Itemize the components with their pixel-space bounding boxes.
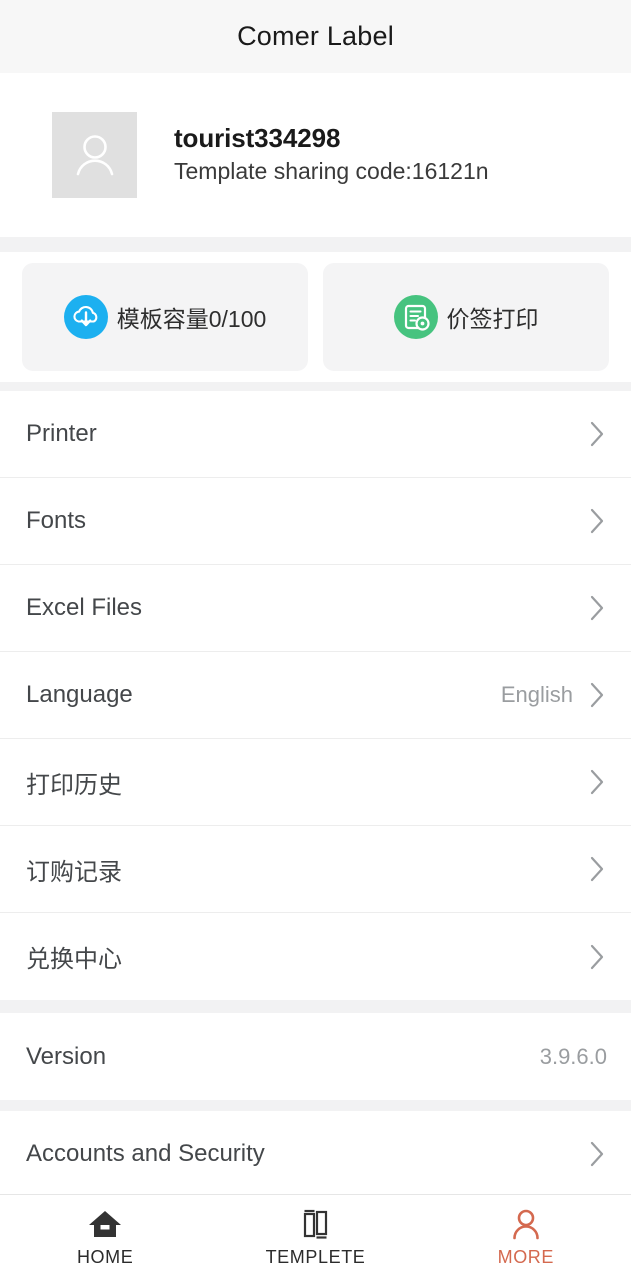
cloud-download-icon: [63, 295, 108, 339]
page-title: Comer Label: [237, 21, 394, 51]
tab-label: MORE: [497, 1246, 555, 1267]
bottom-navigation: HOME TEMPLETE MORE: [0, 1194, 631, 1280]
list-item-redeem-center[interactable]: 兑换中心: [0, 913, 631, 1000]
language-value: English: [500, 682, 573, 707]
profile-text: tourist334298 Template sharing code:1612…: [174, 122, 489, 188]
card-label: 模板容量0/100: [116, 306, 267, 332]
list-item-label: Printer: [26, 420, 97, 447]
list-item-label: 兑换中心: [26, 946, 122, 973]
price-tag-print-card[interactable]: 价签打印: [323, 263, 609, 371]
chevron-right-icon: [590, 595, 604, 621]
list-item-order-records[interactable]: 订购记录: [0, 826, 631, 913]
list-item-label: 打印历史: [26, 771, 122, 799]
chevron-right-icon: [590, 682, 604, 708]
list-item-label: Language: [26, 681, 133, 708]
list-item-language[interactable]: Language English: [0, 652, 631, 739]
app-screen: Comer Label tourist334298 Template shari…: [0, 0, 631, 1280]
list-item-label: Fonts: [26, 507, 87, 534]
home-icon: [89, 1210, 122, 1237]
chevron-right-icon: [590, 769, 604, 795]
tab-templete[interactable]: TEMPLETE: [210, 1195, 420, 1280]
template-icon: [304, 1209, 328, 1239]
list-item-label: Accounts and Security: [26, 1140, 265, 1167]
section-divider-3: [0, 1000, 631, 1013]
list-item-printer[interactable]: Printer: [0, 391, 631, 478]
version-value: 3.9.6.0: [539, 1043, 607, 1069]
profile-section[interactable]: tourist334298 Template sharing code:1612…: [0, 73, 631, 237]
list-item-label: 订购记录: [26, 858, 122, 886]
tab-more[interactable]: MORE: [421, 1195, 631, 1280]
settings-list-group-2: Version 3.9.6.0: [0, 1013, 631, 1100]
chevron-right-icon: [590, 421, 604, 447]
person-placeholder-icon: [76, 135, 113, 176]
tab-home[interactable]: HOME: [0, 1195, 210, 1280]
card-label: 价签打印: [446, 306, 539, 332]
avatar[interactable]: [52, 112, 137, 198]
settings-list-group-1: Printer Fonts Excel Files Language Engli…: [0, 391, 631, 1000]
person-icon: [513, 1209, 539, 1239]
section-divider-4: [0, 1100, 631, 1111]
section-divider-1: [0, 237, 631, 252]
chevron-right-icon: [590, 856, 604, 882]
tab-label: TEMPLETE: [265, 1246, 366, 1267]
list-item-fonts[interactable]: Fonts: [0, 478, 631, 565]
chevron-right-icon: [590, 944, 604, 969]
template-capacity-card[interactable]: 模板容量0/100: [22, 263, 308, 371]
list-item-label: Version: [26, 1042, 107, 1070]
list-item-excel-files[interactable]: Excel Files: [0, 565, 631, 652]
tab-label: HOME: [76, 1246, 134, 1267]
list-item-version: Version 3.9.6.0: [0, 1013, 631, 1100]
sharing-code: Template sharing code:16121n: [174, 158, 489, 185]
list-item-label: Excel Files: [26, 594, 143, 621]
feature-cards: 模板容量0/100 价签打印: [0, 252, 631, 382]
title-bar: Comer Label: [0, 0, 631, 73]
username: tourist334298: [174, 123, 341, 154]
chevron-right-icon: [590, 1141, 604, 1167]
settings-list-group-3: Accounts and Security: [0, 1111, 631, 1198]
section-divider-2: [0, 382, 631, 391]
price-tag-document-icon: [393, 295, 438, 339]
list-item-accounts-and-security[interactable]: Accounts and Security: [0, 1111, 631, 1198]
chevron-right-icon: [590, 508, 604, 534]
list-item-print-history[interactable]: 打印历史: [0, 739, 631, 826]
